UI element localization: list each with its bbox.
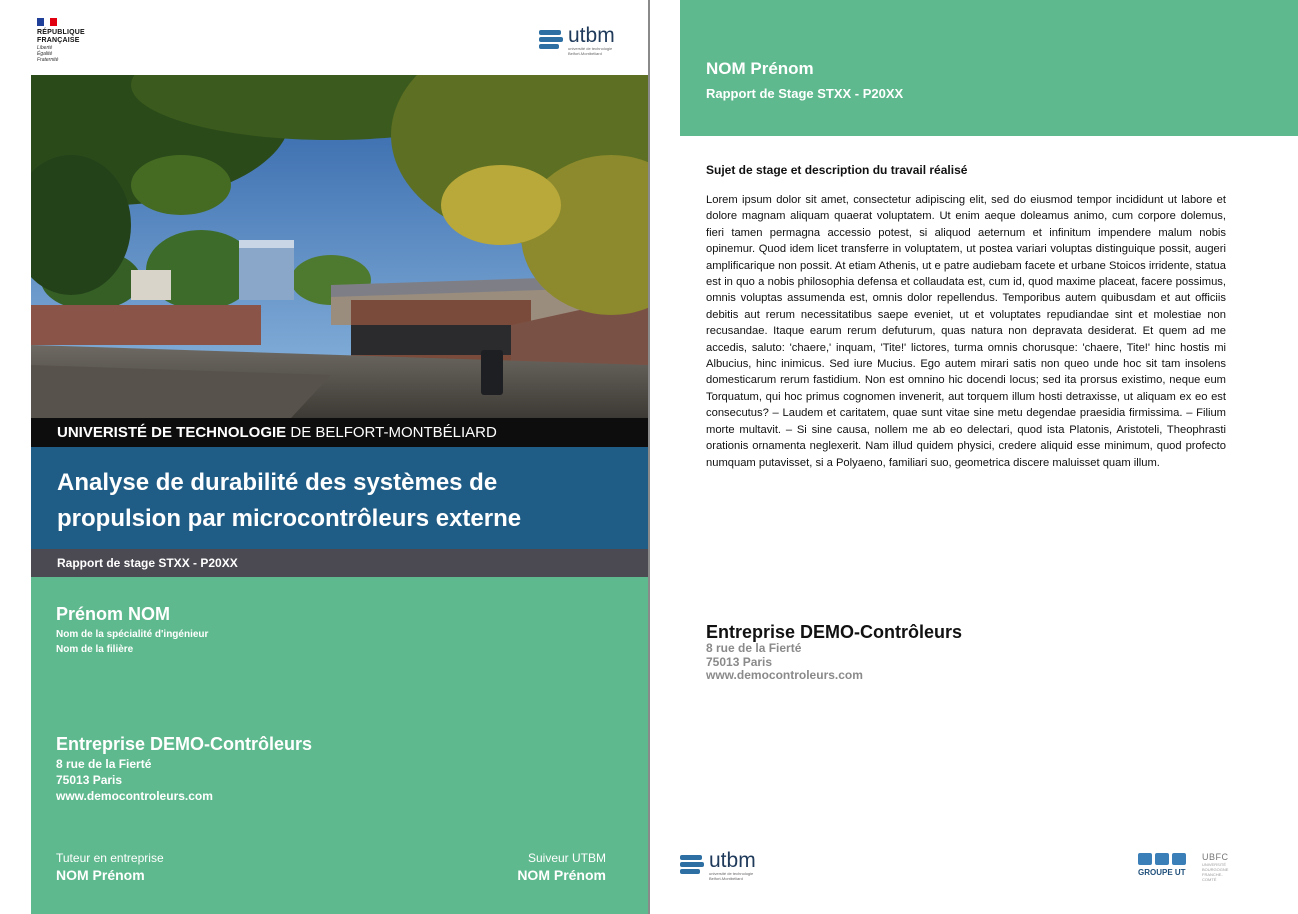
- back-company-website: www.democontroleurs.com: [706, 668, 863, 682]
- utbm-mark-icon: [539, 28, 565, 54]
- ubfc-label: UBFC: [1202, 852, 1229, 862]
- university-name-bold: UNIVERISTÉ DE TECHNOLOGIE: [57, 424, 287, 441]
- groupe-ut-label: GROUPE UT: [1138, 868, 1186, 877]
- utbm-logo: utbm université de technologie Belfort-M…: [539, 24, 615, 56]
- company-tutor: Tuteur en entreprise NOM Prénom: [56, 850, 164, 884]
- back-page: NOM Prénom Rapport de Stage STXX - P20XX…: [650, 0, 1298, 914]
- company-address2: 75013 Paris: [56, 773, 123, 787]
- company-address1: 8 rue de la Fierté: [56, 757, 152, 771]
- groupe-ut-logo: GROUPE UT: [1138, 853, 1198, 877]
- student-name: Prénom NOM: [56, 604, 171, 624]
- speciality-name: Nom de la spécialité d'ingénieur: [56, 629, 209, 640]
- rf-line2: FRANÇAISE: [37, 37, 80, 44]
- report-type-label: Rapport de stage STXX - P20XX: [57, 556, 238, 570]
- campus-photo-illustration: [31, 75, 648, 418]
- utbm-suiveur: Suiveur UTBM NOM Prénom: [517, 850, 606, 884]
- utbm-sub2: Belfort-Montbéliard: [568, 51, 602, 56]
- back-company-address2: 75013 Paris: [706, 654, 773, 669]
- french-flag-icon: [37, 18, 58, 26]
- tutor-name: NOM Prénom: [56, 867, 145, 883]
- university-name-rest: DE BELFORT-MONTBÉLIARD: [286, 424, 497, 441]
- tutor-label: Tuteur en entreprise: [56, 851, 164, 865]
- ubfc-logo: UBFC UNIVERSITÉ BOURGOGNE FRANCHE-COMTÉ: [1202, 852, 1262, 882]
- report-title-band: Analyse de durabilité des systèmes de pr…: [31, 447, 648, 549]
- university-band: UNIVERISTÉ DE TECHNOLOGIE DE BELFORT-MON…: [31, 418, 648, 447]
- company-name: Entreprise DEMO-Contrôleurs: [56, 734, 313, 754]
- republique-francaise-logo: RÉPUBLIQUE FRANÇAISE Liberté Égalité Fra…: [37, 18, 97, 63]
- company-website: www.democontroleurs.com: [56, 789, 213, 803]
- student-info-block: Prénom NOM Nom de la spécialité d'ingéni…: [31, 577, 648, 914]
- report-title-line2: propulsion par microcontrôleurs externe: [57, 505, 522, 532]
- subject-description: Lorem ipsum dolor sit amet, consectetur …: [706, 194, 1226, 469]
- utbm-word: utbm: [568, 24, 615, 47]
- back-student-name: NOM Prénom: [706, 59, 814, 78]
- ubfc-sub: UNIVERSITÉ BOURGOGNE FRANCHE-COMTÉ: [1202, 862, 1229, 882]
- back-report-label: Rapport de Stage STXX - P20XX: [706, 86, 904, 101]
- back-header-band: NOM Prénom Rapport de Stage STXX - P20XX: [680, 0, 1298, 136]
- back-company-name: Entreprise DEMO-Contrôleurs: [706, 622, 963, 642]
- suiveur-label: Suiveur UTBM: [527, 851, 606, 865]
- cover-page: RÉPUBLIQUE FRANÇAISE Liberté Égalité Fra…: [0, 0, 648, 914]
- back-utbm-mark-icon: [680, 853, 706, 879]
- back-utbm-word: utbm: [709, 849, 756, 872]
- report-title-line1: Analyse de durabilité des systèmes de: [57, 469, 498, 496]
- groupe-ut-mark-icon: [1138, 853, 1198, 865]
- back-utbm-sub2: Belfort-Montbéliard: [709, 876, 743, 881]
- report-type-band: Rapport de stage STXX - P20XX: [31, 549, 648, 577]
- subject-heading: Sujet de stage et description du travail…: [706, 163, 968, 177]
- rf-line1: RÉPUBLIQUE: [37, 29, 85, 36]
- back-company-address1: 8 rue de la Fierté: [706, 641, 802, 655]
- back-utbm-logo: utbm université de technologie Belfort-M…: [680, 849, 756, 881]
- suiveur-name: NOM Prénom: [517, 867, 606, 883]
- campus-photo: [31, 75, 648, 418]
- filiere-name: Nom de la filière: [56, 644, 134, 655]
- rf-motto3: Fraternité: [37, 57, 59, 63]
